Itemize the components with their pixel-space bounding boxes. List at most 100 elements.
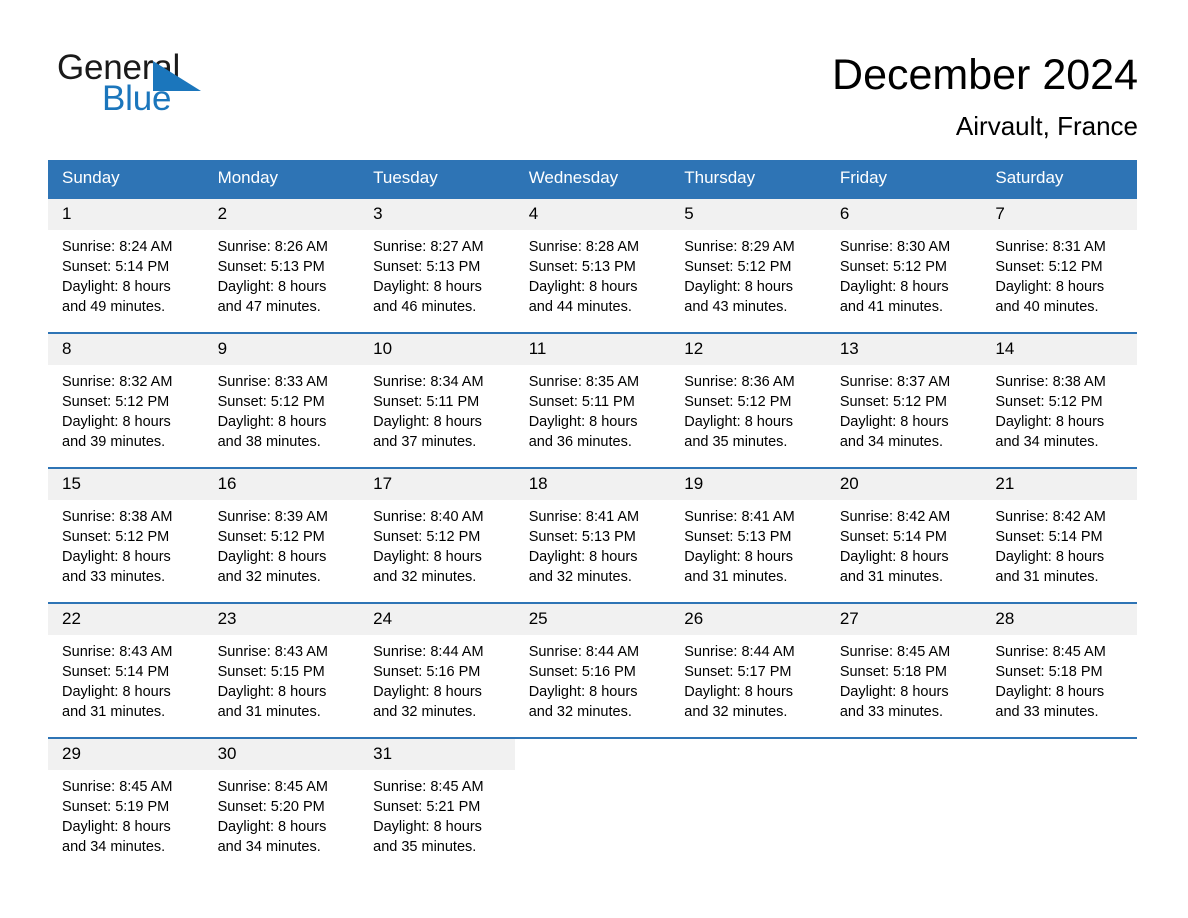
daylight-text-line2: and 32 minutes.: [373, 569, 477, 585]
calendar-day-cell[interactable]: 2 Sunrise: 8:26 AM Sunset: 5:13 PM Daylight…: [203, 197, 360, 333]
daylight-text-line1: Daylight: 8 hours: [528, 414, 638, 430]
day-number: 2: [203, 199, 360, 230]
day-number: 31: [359, 739, 515, 770]
calendar-day-cell[interactable]: 15 Sunrise: 8:38 AM Sunset: 5:12 PM Dayligh…: [48, 467, 204, 603]
calendar-day-cell[interactable]: 22 Sunrise: 8:43 AM Sunset: 5:14 PM Dayligh…: [48, 602, 204, 738]
calendar-week-row: 29 Sunrise: 8:45 AM Sunset: 5:19 PM Dayligh…: [48, 737, 1137, 857]
day-number: 18: [514, 469, 671, 500]
calendar-week-row: 22 Sunrise: 8:43 AM Sunset: 5:14 PM Dayligh…: [48, 602, 1137, 738]
weekday-header-sunday: Sunday: [48, 160, 204, 198]
daylight-text-line1: Daylight: 8 hours: [373, 819, 482, 835]
calendar-day-cell[interactable]: 5 Sunrise: 8:29 AM Sunset: 5:12 PM Daylight…: [670, 197, 826, 333]
daylight-text-line2: and 41 minutes.: [839, 299, 943, 315]
daylight-text-line1: Daylight: 8 hours: [528, 549, 638, 565]
calendar-week-row: 8 Sunrise: 8:32 AM Sunset: 5:12 PM Daylight…: [48, 332, 1137, 468]
daylight-text-line1: Daylight: 8 hours: [995, 414, 1105, 430]
calendar-day-cell[interactable]: 8 Sunrise: 8:32 AM Sunset: 5:12 PM Daylight…: [48, 332, 204, 468]
weekday-header-monday: Monday: [203, 160, 360, 198]
daylight-text-line1: Daylight: 8 hours: [62, 279, 171, 295]
calendar-day-cell[interactable]: 10 Sunrise: 8:34 AM Sunset: 5:11 PM Dayligh…: [359, 332, 515, 468]
calendar-day-cell-empty: [670, 737, 826, 857]
calendar-day-cell[interactable]: 19 Sunrise: 8:41 AM Sunset: 5:13 PM Dayligh…: [670, 467, 826, 603]
day-number: 14: [981, 334, 1137, 365]
calendar-day-cell[interactable]: 31 Sunrise: 8:45 AM Sunset: 5:21 PM Dayligh…: [359, 737, 515, 857]
sunset-text: Sunset: 5:11 PM: [528, 394, 635, 410]
sunrise-text: Sunrise: 8:36 AM: [684, 374, 795, 390]
general-blue-logo[interactable]: General Blue: [57, 48, 277, 122]
daylight-text-line1: Daylight: 8 hours: [684, 279, 794, 295]
sunset-text: Sunset: 5:15 PM: [217, 664, 325, 680]
calendar-day-cell[interactable]: 16 Sunrise: 8:39 AM Sunset: 5:12 PM Dayligh…: [203, 467, 360, 603]
calendar-day-cell[interactable]: 12 Sunrise: 8:36 AM Sunset: 5:12 PM Dayligh…: [670, 332, 826, 468]
calendar-day-cell[interactable]: 30 Sunrise: 8:45 AM Sunset: 5:20 PM Dayligh…: [203, 737, 360, 857]
calendar-day-cell[interactable]: 14 Sunrise: 8:38 AM Sunset: 5:12 PM Dayligh…: [981, 332, 1137, 468]
calendar-day-cell[interactable]: 1 Sunrise: 8:24 AM Sunset: 5:14 PM Daylight…: [48, 197, 204, 333]
calendar-day-cell[interactable]: 26 Sunrise: 8:44 AM Sunset: 5:17 PM Dayligh…: [670, 602, 826, 738]
sunrise-text: Sunrise: 8:44 AM: [373, 644, 484, 660]
sunrise-text: Sunrise: 8:24 AM: [62, 239, 173, 255]
sunset-text: Sunset: 5:12 PM: [839, 259, 948, 275]
title-block: December 2024 Airvault, France: [832, 48, 1138, 142]
sunset-text: Sunset: 5:12 PM: [217, 529, 325, 545]
day-number: 4: [514, 199, 671, 230]
daylight-text-line2: and 33 minutes.: [839, 704, 943, 720]
day-number: 29: [48, 739, 204, 770]
daylight-text-line1: Daylight: 8 hours: [62, 684, 171, 700]
calendar-day-cell[interactable]: 21 Sunrise: 8:42 AM Sunset: 5:14 PM Dayligh…: [981, 467, 1137, 603]
day-number: 25: [514, 604, 671, 635]
calendar-day-cell[interactable]: 6 Sunrise: 8:30 AM Sunset: 5:12 PM Daylight…: [825, 197, 982, 333]
page-subtitle-location: Airvault, France: [955, 111, 1138, 141]
day-number: 19: [670, 469, 826, 500]
sunrise-text: Sunrise: 8:29 AM: [684, 239, 795, 255]
day-number: [981, 739, 1137, 770]
calendar-day-cell[interactable]: 27 Sunrise: 8:45 AM Sunset: 5:18 PM Dayligh…: [825, 602, 982, 738]
calendar-day-cell[interactable]: 23 Sunrise: 8:43 AM Sunset: 5:15 PM Dayligh…: [203, 602, 360, 738]
day-number: 28: [981, 604, 1137, 635]
sunset-text: Sunset: 5:21 PM: [373, 799, 481, 815]
daylight-text-line2: and 34 minutes.: [839, 434, 943, 450]
sunrise-text: Sunrise: 8:41 AM: [684, 509, 795, 525]
daylight-text-line1: Daylight: 8 hours: [217, 414, 327, 430]
daylight-text-line2: and 47 minutes.: [217, 299, 321, 315]
sunset-text: Sunset: 5:12 PM: [62, 394, 170, 410]
daylight-text-line1: Daylight: 8 hours: [995, 684, 1105, 700]
calendar-header-row: Sunday Monday Tuesday Wednesday Thursday…: [48, 160, 1137, 198]
calendar-day-cell[interactable]: 7 Sunrise: 8:31 AM Sunset: 5:12 PM Daylight…: [981, 197, 1137, 333]
calendar-day-cell[interactable]: 25 Sunrise: 8:44 AM Sunset: 5:16 PM Dayligh…: [514, 602, 671, 738]
calendar-day-cell[interactable]: 4 Sunrise: 8:28 AM Sunset: 5:13 PM Daylight…: [514, 197, 671, 333]
sunset-text: Sunset: 5:12 PM: [684, 259, 792, 275]
sunrise-text: Sunrise: 8:31 AM: [995, 239, 1106, 255]
day-number: 26: [670, 604, 826, 635]
daylight-text-line1: Daylight: 8 hours: [373, 684, 482, 700]
day-number: 23: [203, 604, 360, 635]
daylight-text-line1: Daylight: 8 hours: [995, 549, 1105, 565]
calendar-day-cell[interactable]: 24 Sunrise: 8:44 AM Sunset: 5:16 PM Dayligh…: [359, 602, 515, 738]
sunrise-text: Sunrise: 8:44 AM: [684, 644, 795, 660]
daylight-text-line2: and 34 minutes.: [995, 434, 1099, 450]
daylight-text-line2: and 31 minutes.: [839, 569, 943, 585]
sunset-text: Sunset: 5:12 PM: [62, 529, 170, 545]
calendar-day-cell[interactable]: 11 Sunrise: 8:35 AM Sunset: 5:11 PM Dayligh…: [514, 332, 671, 468]
calendar-day-cell[interactable]: 18 Sunrise: 8:41 AM Sunset: 5:13 PM Dayligh…: [514, 467, 671, 603]
daylight-text-line1: Daylight: 8 hours: [217, 549, 327, 565]
daylight-text-line2: and 32 minutes.: [528, 569, 632, 585]
calendar-page: General Blue December 2024 Airvault, Fra…: [0, 0, 1188, 918]
calendar-day-cell[interactable]: 13 Sunrise: 8:37 AM Sunset: 5:12 PM Dayligh…: [825, 332, 982, 468]
sunrise-text: Sunrise: 8:45 AM: [839, 644, 951, 660]
calendar-day-cell[interactable]: 29 Sunrise: 8:45 AM Sunset: 5:19 PM Dayligh…: [48, 737, 204, 857]
day-number: 13: [825, 334, 982, 365]
sunset-text: Sunset: 5:19 PM: [62, 799, 170, 815]
calendar-day-cell[interactable]: 17 Sunrise: 8:40 AM Sunset: 5:12 PM Dayligh…: [359, 467, 515, 603]
calendar-day-cell[interactable]: 9 Sunrise: 8:33 AM Sunset: 5:12 PM Daylight…: [203, 332, 360, 468]
daylight-text-line2: and 32 minutes.: [373, 704, 477, 720]
calendar-day-cell[interactable]: 28 Sunrise: 8:45 AM Sunset: 5:18 PM Dayligh…: [981, 602, 1137, 738]
calendar-day-cell[interactable]: 3 Sunrise: 8:27 AM Sunset: 5:13 PM Daylight…: [359, 197, 515, 333]
day-number: 16: [203, 469, 360, 500]
sunset-text: Sunset: 5:14 PM: [995, 529, 1103, 545]
calendar-day-cell[interactable]: 20 Sunrise: 8:42 AM Sunset: 5:14 PM Dayligh…: [825, 467, 982, 603]
sunset-text: Sunset: 5:11 PM: [373, 394, 480, 410]
daylight-text-line2: and 34 minutes.: [62, 839, 166, 855]
weekday-header-thursday: Thursday: [670, 160, 826, 198]
blue-triangle-icon: [153, 61, 201, 91]
daylight-text-line2: and 31 minutes.: [684, 569, 788, 585]
